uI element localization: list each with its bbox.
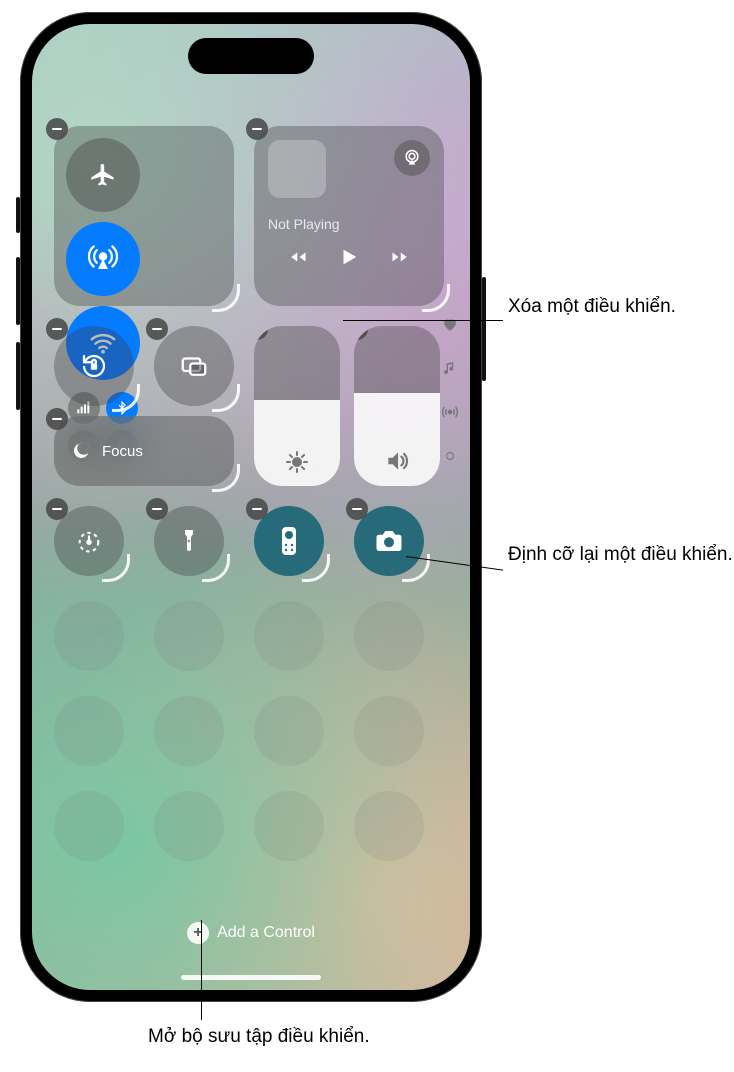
- broadcast-icon[interactable]: [440, 402, 460, 422]
- remove-icon[interactable]: [146, 318, 168, 340]
- airdrop-icon: [88, 244, 118, 274]
- volume-down-button: [16, 342, 20, 410]
- empty-slot[interactable]: [254, 696, 324, 766]
- airplay-button[interactable]: [394, 140, 430, 176]
- empty-slot[interactable]: [354, 791, 424, 861]
- empty-slot[interactable]: [254, 791, 324, 861]
- remove-icon[interactable]: [346, 498, 368, 520]
- action-button: [16, 197, 20, 233]
- add-control-button[interactable]: + Add a Control: [187, 922, 315, 944]
- remove-icon[interactable]: [46, 408, 68, 430]
- brightness-icon: [285, 450, 309, 474]
- dynamic-island: [188, 38, 314, 74]
- callout-remove: Xóa một điều khiển.: [508, 294, 676, 320]
- rotation-lock-control[interactable]: [54, 326, 134, 406]
- empty-slot[interactable]: [54, 696, 124, 766]
- page-indicator-column[interactable]: [440, 314, 460, 466]
- plus-icon: +: [187, 922, 209, 944]
- side-button: [482, 277, 486, 381]
- flashlight-control[interactable]: [154, 506, 224, 576]
- resize-handle-icon[interactable]: [102, 554, 130, 582]
- timer-control[interactable]: [54, 506, 124, 576]
- empty-slot[interactable]: [54, 791, 124, 861]
- connectivity-group[interactable]: [54, 126, 234, 306]
- rotation-lock-icon: [79, 351, 109, 381]
- callout-line: [343, 320, 503, 321]
- airplane-mode-toggle[interactable]: [66, 138, 140, 212]
- empty-slot[interactable]: [154, 791, 224, 861]
- forward-icon[interactable]: [388, 248, 412, 266]
- album-art-placeholder: [268, 140, 326, 198]
- remove-icon[interactable]: [354, 326, 368, 340]
- flashlight-icon: [177, 527, 201, 555]
- now-playing-label: Not Playing: [268, 216, 430, 232]
- add-control-label: Add a Control: [217, 924, 315, 942]
- bluetooth-icon: [115, 401, 129, 415]
- resize-handle-icon[interactable]: [202, 554, 230, 582]
- airplane-icon: [89, 161, 117, 189]
- callout-line: [201, 920, 202, 1020]
- apple-tv-remote-icon: [279, 525, 299, 557]
- playback-controls: [268, 246, 430, 268]
- resize-handle-icon[interactable]: [212, 464, 240, 492]
- empty-slot[interactable]: [354, 601, 424, 671]
- screen-mirroring-control[interactable]: [154, 326, 234, 406]
- remove-icon[interactable]: [246, 498, 268, 520]
- now-playing-tile[interactable]: Not Playing: [254, 126, 444, 306]
- screen-mirroring-icon: [179, 351, 209, 381]
- empty-slot[interactable]: [154, 696, 224, 766]
- resize-handle-icon[interactable]: [212, 384, 240, 412]
- volume-icon: [384, 448, 410, 474]
- iphone-frame: Not Playing: [20, 12, 482, 1002]
- home-indicator[interactable]: [181, 975, 321, 980]
- volume-up-button: [16, 257, 20, 325]
- music-note-icon[interactable]: [440, 358, 460, 378]
- focus-control[interactable]: Focus: [54, 416, 234, 486]
- resize-handle-icon[interactable]: [212, 284, 240, 312]
- page-dot-icon[interactable]: [440, 446, 460, 466]
- moon-icon: [70, 440, 92, 462]
- resize-handle-icon[interactable]: [422, 284, 450, 312]
- timer-icon: [75, 527, 103, 555]
- remove-icon[interactable]: [146, 498, 168, 520]
- remove-icon[interactable]: [254, 326, 268, 340]
- volume-slider[interactable]: [354, 326, 440, 486]
- iphone-screen: Not Playing: [32, 24, 470, 990]
- empty-slot[interactable]: [54, 601, 124, 671]
- airdrop-toggle[interactable]: [66, 222, 140, 296]
- empty-slot[interactable]: [154, 601, 224, 671]
- remove-icon[interactable]: [46, 498, 68, 520]
- remove-icon[interactable]: [46, 318, 68, 340]
- focus-label: Focus: [102, 443, 143, 460]
- callout-gallery: Mở bộ sưu tập điều khiển.: [148, 1024, 370, 1050]
- empty-slot[interactable]: [254, 601, 324, 671]
- rewind-icon[interactable]: [286, 248, 310, 266]
- camera-icon: [374, 528, 404, 554]
- remove-icon[interactable]: [246, 118, 268, 140]
- airplay-icon: [402, 148, 422, 168]
- brightness-slider[interactable]: [254, 326, 340, 486]
- remove-icon[interactable]: [46, 118, 68, 140]
- apple-tv-remote-control[interactable]: [254, 506, 324, 576]
- resize-handle-icon[interactable]: [302, 554, 330, 582]
- empty-slot[interactable]: [354, 696, 424, 766]
- callout-resize: Định cỡ lại một điều khiển.: [508, 542, 733, 568]
- camera-control[interactable]: [354, 506, 424, 576]
- play-icon[interactable]: [338, 246, 360, 268]
- heart-icon[interactable]: [440, 314, 460, 334]
